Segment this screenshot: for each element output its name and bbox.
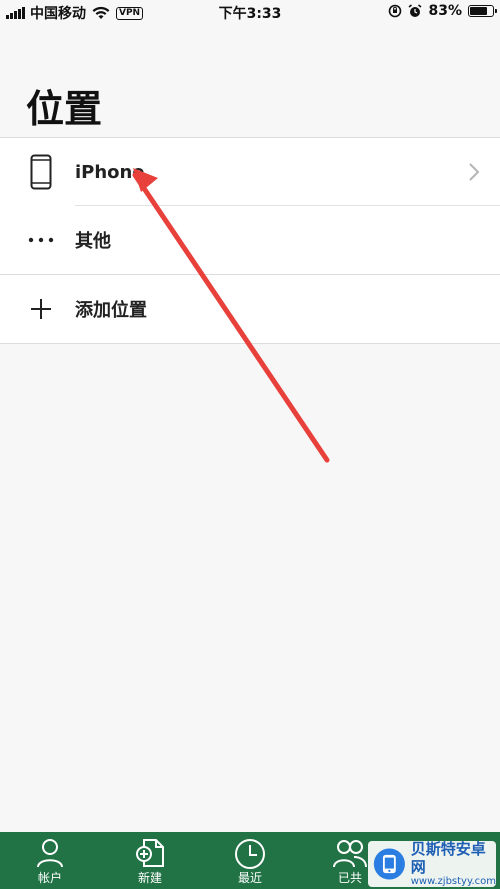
watermark-title: 贝斯特安卓网 (410, 840, 486, 876)
location-label: 其他 (75, 231, 111, 252)
shared-people-icon (333, 840, 367, 868)
tab-account[interactable]: 帐户 (0, 832, 100, 889)
tab-label: 新建 (137, 871, 162, 885)
plus-icon (26, 275, 56, 343)
account-icon (37, 839, 63, 868)
phone-icon (26, 138, 56, 206)
battery-percent: 83% (428, 3, 462, 19)
orientation-lock-icon (389, 4, 402, 18)
add-location-label: 添加位置 (75, 300, 147, 321)
status-bar: 中国移动 VPN 下午3:33 83% (0, 0, 500, 24)
location-item-iphone[interactable]: iPhone (0, 138, 500, 206)
alarm-icon (408, 4, 422, 17)
tab-recent[interactable]: 最近 (200, 832, 300, 889)
watermark: 贝斯特安卓网 www.zjbstyy.com (368, 840, 496, 887)
annotation-arrow (132, 168, 330, 463)
location-label: iPhone (75, 161, 145, 183)
watermark-url: www.zjbstyy.com (410, 876, 496, 887)
tab-label: 帐户 (37, 871, 62, 885)
tab-label: 最近 (237, 871, 262, 885)
more-dots-icon (26, 206, 56, 274)
add-location-button[interactable]: 添加位置 (0, 275, 500, 343)
battery-icon (468, 5, 497, 17)
location-item-other[interactable]: 其他 (0, 206, 500, 274)
clock-icon (235, 839, 265, 869)
locations-list: iPhone 其他 添加位置 (0, 137, 500, 344)
new-document-icon (136, 839, 164, 867)
chevron-right-icon (469, 163, 480, 181)
tab-new[interactable]: 新建 (100, 832, 200, 889)
page-title: 位置 (26, 87, 103, 131)
watermark-logo-icon (373, 848, 405, 880)
